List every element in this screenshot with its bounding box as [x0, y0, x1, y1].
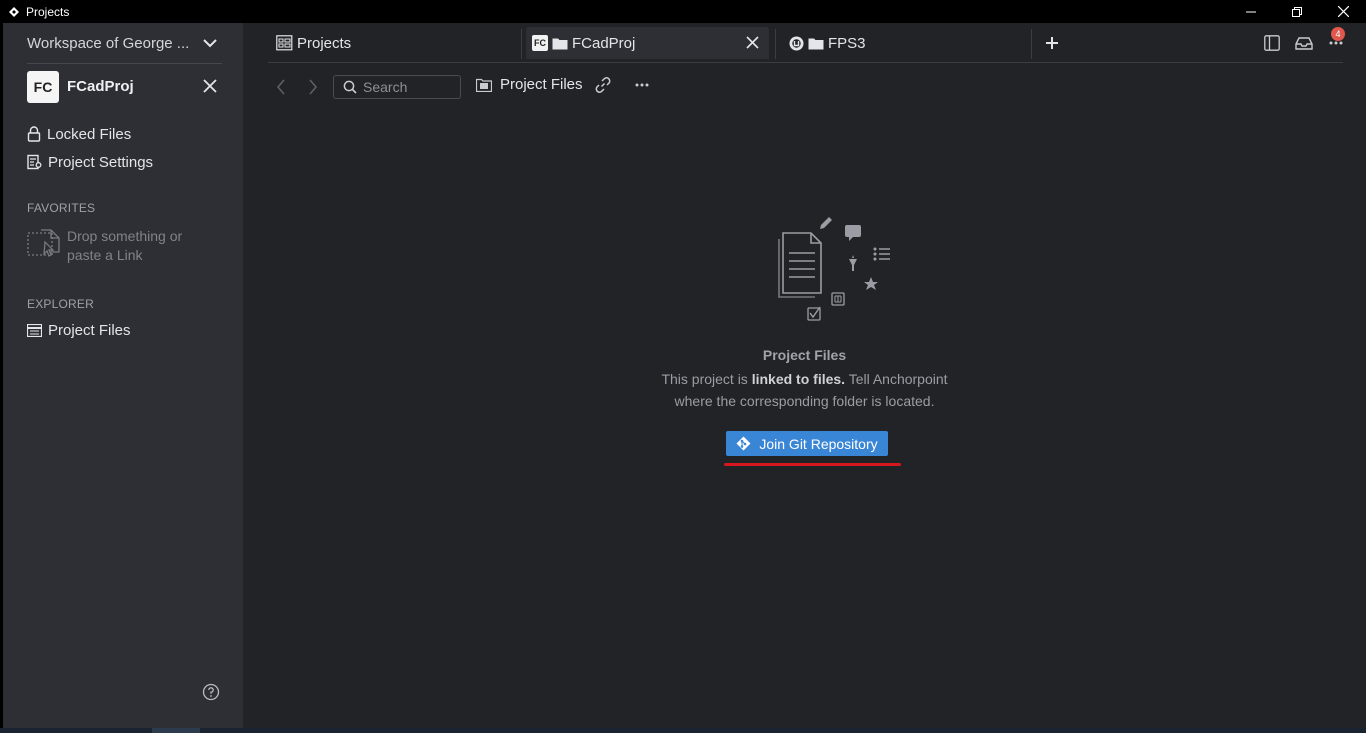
restore-icon	[1292, 6, 1302, 17]
button-label: Join Git Repository	[759, 435, 878, 452]
search-input[interactable]	[363, 79, 453, 95]
back-arrow-icon[interactable]	[276, 79, 286, 95]
minimize-button[interactable]	[1228, 0, 1274, 23]
divider	[27, 63, 222, 64]
project-avatar-mini: FC	[532, 35, 548, 51]
project-avatar: FC	[27, 71, 59, 103]
description-text: Tell Anchorpoint	[845, 371, 948, 387]
red-annotation-underline	[724, 463, 901, 466]
close-window-button[interactable]	[1320, 0, 1366, 23]
minimize-icon	[1246, 11, 1256, 12]
window-title: Projects	[26, 4, 70, 19]
tab-projects[interactable]: Projects	[276, 27, 516, 59]
notification-badge: 4	[1331, 27, 1345, 41]
sidebar-toggle-icon[interactable]	[1264, 35, 1280, 51]
sidebar-item-project-settings[interactable]: Project Settings	[27, 151, 153, 173]
tab-label: FCadProj	[572, 34, 636, 52]
description-text: This project is	[661, 371, 752, 387]
explorer-heading: EXPLORER	[27, 297, 94, 311]
git-icon	[736, 436, 751, 451]
sidebar-item-label: Locked Files	[47, 125, 132, 143]
tab-bar-divider	[268, 62, 1343, 63]
lock-icon	[27, 126, 41, 142]
restore-button[interactable]	[1274, 0, 1320, 23]
tab-fcadproj[interactable]: FC FCadProj	[526, 27, 769, 59]
close-tab-icon[interactable]	[746, 36, 759, 49]
link-icon[interactable]	[595, 76, 611, 93]
folder-icon	[808, 38, 824, 49]
description-text: where the corresponding folder is locate…	[674, 393, 935, 409]
workspace-name: Workspace of George ...	[27, 34, 190, 52]
title-bar: Projects	[0, 0, 1366, 23]
current-project[interactable]: FC FCadProj	[27, 71, 227, 103]
chevron-down-icon	[203, 39, 217, 48]
unreal-engine-icon	[789, 36, 804, 50]
toolbar: Project Files	[268, 73, 1268, 101]
search-icon	[343, 80, 357, 94]
add-tab-icon[interactable]	[1045, 36, 1059, 50]
drop-hint-text: Drop something or paste a Link	[67, 228, 183, 263]
files-icon	[27, 323, 42, 337]
tab-fps3[interactable]: FPS3	[789, 27, 1029, 59]
forward-arrow-icon[interactable]	[308, 79, 318, 95]
drop-link-icon	[27, 229, 60, 257]
join-git-repository-button[interactable]: Join Git Repository	[726, 431, 888, 456]
close-icon	[1337, 6, 1349, 17]
folder-icon	[552, 38, 568, 49]
main-panel: Projects FC FCadProj FPS3 4 Search Proje…	[243, 23, 1366, 728]
empty-state-title: Project Files	[762, 347, 847, 363]
project-name: FCadProj	[67, 78, 134, 95]
workspace-selector[interactable]: Workspace of George ...	[3, 29, 243, 57]
empty-state-description: This project is linked to files. Tell An…	[243, 368, 1366, 412]
projects-icon	[276, 35, 293, 51]
close-project-icon[interactable]	[203, 79, 217, 93]
sidebar-item-label: Project Files	[48, 321, 131, 339]
help-icon[interactable]	[202, 683, 220, 701]
more-options-icon[interactable]	[1329, 41, 1343, 45]
bottom-bar	[0, 728, 1366, 733]
tab-divider	[521, 29, 522, 59]
folder-files-icon	[476, 78, 492, 92]
empty-files-illustration-icon	[778, 217, 890, 321]
anchorpoint-logo-icon	[9, 6, 19, 17]
tab-label: FPS3	[828, 34, 866, 52]
sidebar-item-label: Project Settings	[48, 153, 154, 171]
tab-divider	[775, 29, 776, 59]
favorites-heading: FAVORITES	[27, 201, 96, 215]
scroll-indicator	[152, 728, 200, 733]
tab-divider	[1031, 29, 1032, 59]
favorites-drop-zone[interactable]: Drop something or paste a Link	[27, 227, 217, 267]
sidebar-item-locked-files[interactable]: Locked Files	[27, 123, 131, 145]
tab-label: Projects	[297, 34, 352, 52]
breadcrumb-label[interactable]: Project Files	[500, 76, 583, 93]
settings-icon	[27, 154, 42, 170]
tab-bar: Projects FC FCadProj FPS3 4	[268, 23, 1366, 63]
sidebar: Workspace of George ... FC FCadProj Lock…	[3, 23, 243, 728]
search-field[interactable]	[333, 75, 461, 99]
sidebar-item-project-files[interactable]: Project Files	[27, 319, 131, 341]
description-emphasis: linked to files.	[751, 371, 846, 387]
more-options-icon[interactable]	[635, 83, 649, 87]
inbox-icon[interactable]	[1295, 35, 1313, 51]
breadcrumb: Project Files	[476, 76, 657, 93]
